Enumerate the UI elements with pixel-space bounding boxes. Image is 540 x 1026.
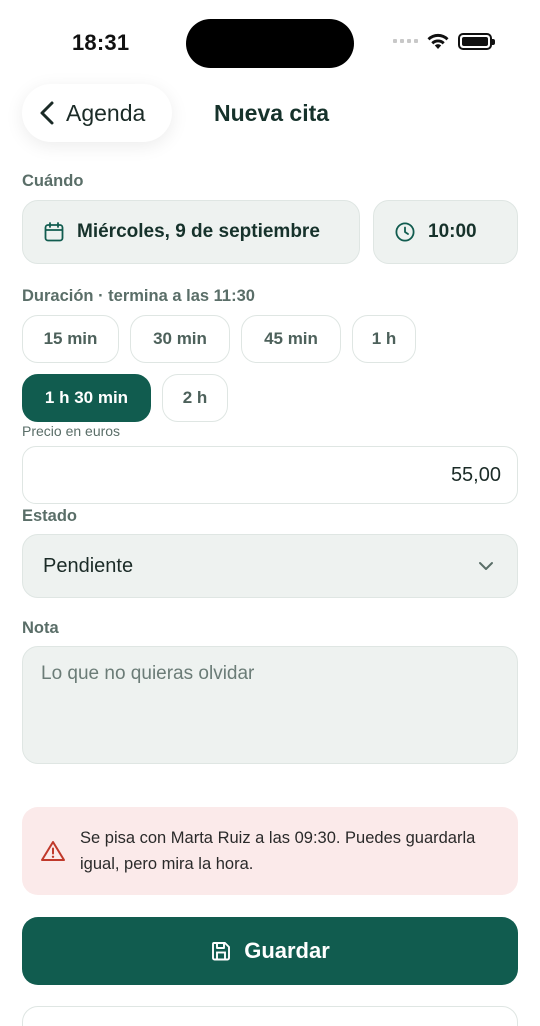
- page-title: Nueva cita: [214, 100, 330, 126]
- note-label: Nota: [22, 619, 59, 637]
- warning-icon: [41, 841, 65, 861]
- status-value: Pendiente: [43, 554, 134, 577]
- save-button[interactable]: Guardar: [22, 917, 518, 985]
- time-value: 10:00: [428, 221, 477, 242]
- duration-chip-45min[interactable]: 45 min: [241, 315, 341, 363]
- duration-chip-15min[interactable]: 15 min: [22, 315, 119, 363]
- price-value: 55,00: [450, 463, 501, 486]
- duration-chip-1h[interactable]: 1 h: [352, 315, 416, 363]
- note-placeholder: Lo que no quieras olvidar: [41, 663, 255, 684]
- status-time: 18:31: [72, 30, 130, 55]
- wifi-icon: [427, 33, 449, 49]
- chevron-left-icon: [40, 101, 54, 125]
- date-picker[interactable]: Miércoles, 9 de septiembre: [22, 200, 360, 264]
- save-button-label: Guardar: [244, 938, 330, 963]
- conflict-alert: Se pisa con Marta Ruiz a las 09:30. Pued…: [22, 807, 518, 895]
- time-picker[interactable]: 10:00: [373, 200, 518, 264]
- status-select[interactable]: Pendiente: [22, 534, 518, 598]
- price-input[interactable]: 55,00: [22, 446, 518, 504]
- signal-icon: [393, 39, 418, 43]
- status-bar: 18:31: [0, 0, 540, 80]
- duration-chip-1h30min[interactable]: 1 h 30 min: [22, 374, 151, 422]
- status-icons: [393, 32, 495, 50]
- secondary-button[interactable]: [22, 1006, 518, 1026]
- when-label: Cuándo: [22, 172, 84, 190]
- back-button[interactable]: Agenda: [22, 84, 172, 142]
- calendar-icon: [44, 222, 64, 242]
- duration-chip-2h[interactable]: 2 h: [162, 374, 228, 422]
- note-textarea[interactable]: Lo que no quieras olvidar: [22, 646, 518, 764]
- dynamic-island: [186, 19, 354, 68]
- chevron-down-icon: [479, 562, 493, 570]
- alert-message: Se pisa con Marta Ruiz a las 09:30. Pued…: [80, 829, 476, 873]
- duration-chip-30min[interactable]: 30 min: [130, 315, 230, 363]
- clock-icon: [395, 222, 415, 242]
- battery-icon: [458, 32, 495, 50]
- status-label: Estado: [22, 507, 78, 525]
- save-icon: [212, 942, 231, 961]
- duration-label: Duración · termina a las 11:30: [22, 287, 255, 305]
- back-button-label: Agenda: [66, 99, 146, 126]
- price-label: Precio en euros: [22, 423, 121, 439]
- date-value: Miércoles, 9 de septiembre: [77, 221, 320, 242]
